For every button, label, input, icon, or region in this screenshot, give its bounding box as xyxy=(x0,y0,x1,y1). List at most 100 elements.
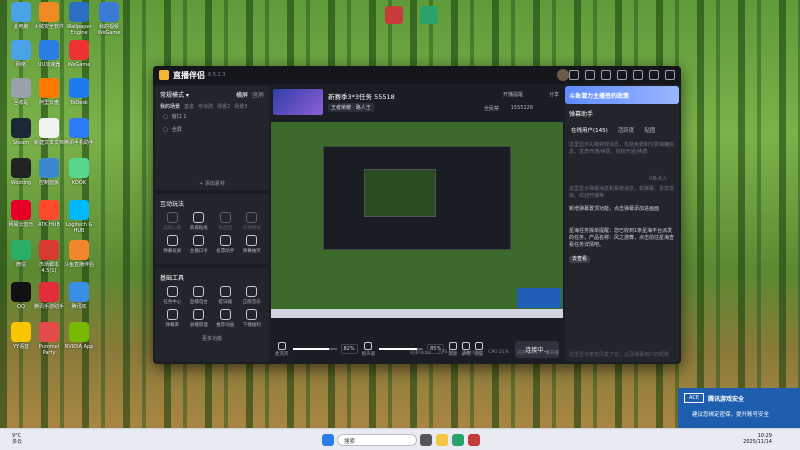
portrait-toggle[interactable]: 竖屏 xyxy=(252,92,264,99)
live-reminder-button[interactable]: 开播提醒 xyxy=(503,91,523,98)
stream-title[interactable]: 新赛季3*3任务 55518 xyxy=(328,91,395,101)
desktop-icon[interactable]: Logitech G HUB xyxy=(62,200,96,234)
more-functions-button[interactable]: 更多功能 xyxy=(155,335,269,342)
tool-item[interactable]: 粉丝团 xyxy=(212,212,239,231)
add-source-button[interactable]: + 添加素材 xyxy=(155,180,269,187)
tool-item[interactable]: 正版音乐 xyxy=(239,286,266,305)
window-icon: ▢ xyxy=(163,113,168,120)
tab-scene[interactable]: 场景3 xyxy=(234,103,247,110)
maximize-icon[interactable] xyxy=(649,70,659,80)
desktop-icon[interactable]: 我的视频WeGame xyxy=(92,2,126,36)
mode-selector[interactable]: 常规模式 ▾ xyxy=(160,90,189,99)
tool-item[interactable]: 录播管理 xyxy=(186,309,213,328)
desktop-icon[interactable]: 新建文本文档 xyxy=(32,118,66,146)
clock[interactable]: 10:29 2025/11/14 xyxy=(743,433,772,445)
tool-item[interactable]: 任务中心 xyxy=(159,286,186,305)
desktop-icon-label: UU加速器 xyxy=(37,62,61,68)
desktop-icon[interactable]: UU加速器 xyxy=(32,40,66,68)
weather-widget[interactable]: 9°C 多云 xyxy=(12,433,22,445)
tool-label: 下播福利 xyxy=(242,323,261,328)
taskbar-search-input[interactable]: 搜索 xyxy=(337,434,417,446)
source-item[interactable]: ▢ 窗口 1 xyxy=(155,110,269,123)
desktop-icon[interactable]: 腾讯欢 xyxy=(62,282,96,310)
app-icon xyxy=(39,118,59,138)
desktop-icon[interactable]: ATK HUB xyxy=(32,200,66,228)
beauty-icon[interactable] xyxy=(448,341,457,350)
desktop-icon[interactable]: ToDesk xyxy=(62,78,96,106)
desktop-icon[interactable]: Wallpaper Engine xyxy=(62,2,96,36)
stream-preview[interactable] xyxy=(271,122,563,318)
landscape-toggle[interactable]: 横屏 xyxy=(236,92,248,99)
source-item[interactable]: ▢ 全屏 xyxy=(155,123,269,136)
tool-item[interactable]: 弹幕库 xyxy=(159,309,186,328)
desktop-icon[interactable]: 火绒安全软件 xyxy=(32,2,66,30)
minimize-icon[interactable] xyxy=(633,70,643,80)
notification-toast[interactable]: ACE 腾讯游戏安全 建议您绑定密保，提升账号安全 xyxy=(678,388,800,428)
settings-icon[interactable] xyxy=(474,341,483,350)
desktop-icon[interactable]: NVIDIA App xyxy=(62,322,96,350)
app-icon xyxy=(11,2,31,22)
tool-item[interactable]: 选择心愿 xyxy=(159,212,186,231)
lock-button[interactable]: 全民禁 xyxy=(484,105,499,112)
tool-icon xyxy=(193,212,205,223)
tab-scene[interactable]: 基金 xyxy=(184,103,194,110)
app-icon xyxy=(11,40,31,60)
close-icon[interactable] xyxy=(665,70,675,80)
headset-icon[interactable] xyxy=(585,70,595,80)
tool-item[interactable]: 提词器 xyxy=(212,286,239,305)
app-icon[interactable] xyxy=(468,434,480,446)
tab-stickers[interactable]: 贴图 xyxy=(644,126,655,134)
microphone-icon[interactable] xyxy=(277,341,286,350)
desktop-icon[interactable]: Pummel Party xyxy=(32,322,66,356)
tab-scene[interactable]: 可涂改 xyxy=(198,103,213,110)
desktop-icon-label: 控制面板 xyxy=(38,180,59,186)
tool-icon xyxy=(246,212,258,223)
record-icon[interactable] xyxy=(461,341,470,350)
taskbar-pinned-app-icon[interactable] xyxy=(385,6,403,24)
app-icon xyxy=(39,78,59,98)
app-version: 6.5.2.3 xyxy=(208,72,226,78)
desktop-icon[interactable]: 腾讯手机助手 xyxy=(62,118,96,146)
share-button[interactable]: 分享 xyxy=(549,91,559,98)
tool-label: 弹幕抽奖 xyxy=(242,249,261,254)
task-view-icon[interactable] xyxy=(420,434,432,446)
menu-icon[interactable] xyxy=(617,70,627,80)
app-icon[interactable] xyxy=(452,434,464,446)
promo-banner[interactable]: 斗鱼潜力主播签约政策 xyxy=(565,86,679,104)
tool-label: 任务中心 xyxy=(163,300,182,305)
stream-category[interactable]: 王者荣耀 · 路人王 xyxy=(328,103,374,112)
tool-item[interactable]: 直播电台 xyxy=(186,286,213,305)
stream-cover-thumbnail[interactable] xyxy=(273,89,323,115)
windows-start-icon[interactable] xyxy=(322,434,334,446)
desktop-icon[interactable]: 腾讯手游助手 xyxy=(32,282,66,310)
tool-item[interactable]: 弹幕抽奖 xyxy=(239,235,266,254)
file-explorer-icon[interactable] xyxy=(436,434,448,446)
tab-online-users[interactable]: 在线用户(145) xyxy=(571,126,608,134)
tool-item[interactable]: 礼物特效 xyxy=(239,212,266,231)
speaker-icon[interactable] xyxy=(364,341,373,350)
shirt-icon[interactable] xyxy=(601,70,611,80)
tab-activity[interactable]: 活跃度 xyxy=(618,126,635,134)
tab-scene[interactable]: 场景2 xyxy=(217,103,230,110)
desktop-icon[interactable]: KOOK xyxy=(62,158,96,186)
desktop-icon[interactable]: 控制面板 xyxy=(32,158,66,186)
avatar[interactable] xyxy=(557,69,569,81)
desktop-icon[interactable]: WeGame xyxy=(62,40,96,68)
taskbar-pinned-app-icon[interactable] xyxy=(420,6,438,24)
desktop-icon-label: Logitech G HUB xyxy=(65,222,93,234)
tool-item[interactable]: 投票助手 xyxy=(212,235,239,254)
tool-item[interactable]: 推荐动画 xyxy=(212,309,239,328)
left-column: 常规模式 ▾ 横屏 竖屏 我的场景 基金 可涂改 场景2 场景3 ▢ 窗口 1 ▢ 全… xyxy=(155,86,269,362)
tool-item[interactable]: 下播福利 xyxy=(239,309,266,328)
chat-input[interactable]: 这里显示麦克风发了言，以及弹幕用户的昵称 xyxy=(569,351,675,358)
desktop-icon[interactable]: 斗鱼直播伴侣 xyxy=(62,240,96,268)
tool-item[interactable]: 商城贴纸 xyxy=(186,212,213,231)
tool-item[interactable]: 主播口令 xyxy=(186,235,213,254)
tool-item[interactable]: 弹幕投屏 xyxy=(159,235,186,254)
tab-my-scene[interactable]: 我的场景 xyxy=(160,103,180,110)
message-icon[interactable] xyxy=(569,70,579,80)
desktop-icon[interactable]: 阿里云盘 xyxy=(32,78,66,106)
desktop-icon[interactable]: 市场脚本 4.5(1) xyxy=(32,240,66,274)
view-task-button[interactable]: 去查看 xyxy=(569,256,591,263)
tool-icon xyxy=(219,309,231,320)
